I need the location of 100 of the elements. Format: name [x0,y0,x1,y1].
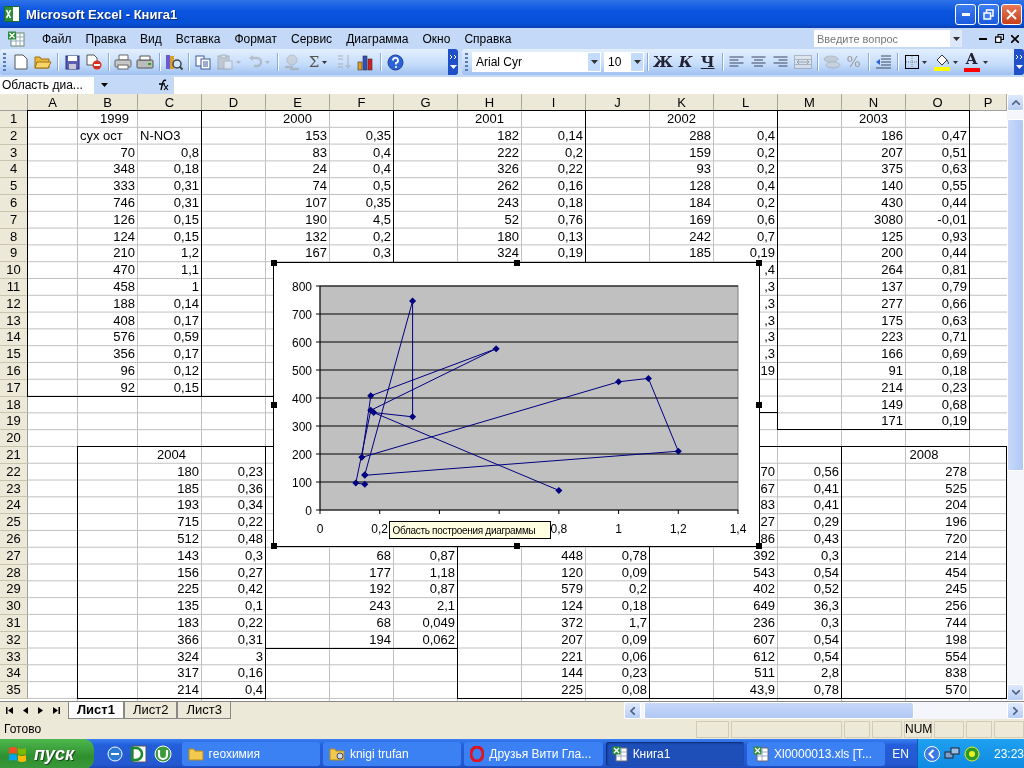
sheet-cell[interactable]: 221 [559,648,586,666]
scroll-thumb[interactable] [1007,119,1024,471]
sheet-cell[interactable]: 0,31 [235,631,266,649]
network-icon[interactable] [944,746,960,762]
sheet-cell[interactable]: 2,8 [818,665,842,683]
toolbar-button[interactable] [384,51,406,73]
menu-item[interactable]: Окно [415,29,458,48]
sheet-cell[interactable]: 0,15 [171,228,202,246]
sheet-cell[interactable]: 746 [111,195,138,212]
sheet-cell[interactable]: 408 [111,312,138,330]
row-header[interactable]: 5 [0,178,28,195]
sheet-cell[interactable]: 0,87 [427,547,458,565]
sheet-cell[interactable]: 0,27 [235,564,266,582]
row-header[interactable]: 10 [0,262,28,279]
sheet-cell[interactable]: 4,5 [370,211,394,229]
sheet-cell[interactable]: 0,54 [811,631,842,649]
sheet-cell[interactable]: 153 [303,127,330,145]
sheet-cell[interactable]: 167 [303,245,330,263]
sheet-cell[interactable]: 3080 [872,211,906,229]
sheet-cell[interactable]: 186 [879,127,906,145]
sheet-cell[interactable]: 0,23 [619,665,650,683]
sheet-cell[interactable]: 0,16 [555,178,586,195]
sheet-cell[interactable]: 0,44 [939,245,970,263]
sheet-cell[interactable]: 180 [495,228,522,246]
sheet-cell[interactable]: 0,41 [811,497,842,515]
data-point[interactable] [352,479,360,487]
sheet-cell[interactable]: сух ост [78,127,126,145]
data-point[interactable] [555,486,563,494]
browser-icon[interactable] [105,745,124,763]
sheet-cell[interactable]: 120 [559,564,586,582]
sheet-cell[interactable]: 243 [495,195,522,212]
row-header[interactable]: 30 [0,598,28,615]
sheet-cell[interactable]: 83 [758,497,778,515]
data-point[interactable] [358,453,366,461]
sheet-cell[interactable]: 196 [943,514,970,531]
sheet-cell[interactable]: 264 [879,262,906,279]
help-search-input[interactable]: Введите вопрос [814,32,950,45]
sheet-cell[interactable]: 262 [495,178,522,195]
selection-handle[interactable] [513,260,520,266]
menu-item[interactable]: Справка [457,29,519,48]
menu-item[interactable]: Вид [133,29,169,48]
data-point[interactable] [615,378,623,386]
sheet-cell[interactable]: 169 [687,211,714,229]
sheet-cell[interactable]: 454 [943,564,970,582]
data-point[interactable] [674,447,682,455]
data-point[interactable] [367,406,375,414]
sheet-cell[interactable]: 0,48 [235,530,266,548]
sheet-cell[interactable]: 0,22 [555,161,586,179]
help-search-field[interactable]: Введите вопрос [814,30,962,47]
sheet-cell[interactable]: 0,71 [939,329,970,347]
dropdown-button[interactable]: Σ [303,51,333,73]
sheet-cell[interactable]: ,3 [762,329,778,347]
sheet-cell[interactable]: 188 [111,295,138,313]
sheet-cell[interactable]: 570 [943,682,970,699]
sheet-cell[interactable]: 166 [879,346,906,363]
menu-item[interactable]: Формат [227,29,285,48]
sheet-cell[interactable]: 2,1 [434,598,458,615]
menu-item[interactable]: Диаграмма [339,29,416,48]
sheet-cell[interactable]: 0,5 [370,178,394,195]
sheet-cell[interactable]: 278 [943,463,970,481]
sheet-cell[interactable]: 0,4 [242,682,266,699]
selection-handle[interactable] [271,401,277,408]
sheet-cell[interactable]: 366 [175,631,202,649]
sheet-cell[interactable]: 0,15 [171,211,202,229]
sheet-cell[interactable]: 200 [879,245,906,263]
sheet-cell[interactable]: 0,18 [939,362,970,380]
sheet-cell[interactable]: 0,2 [754,195,778,212]
sheet-tab[interactable]: Лист3 [177,702,231,719]
row-header[interactable]: 24 [0,497,28,515]
sheet-cell[interactable]: 458 [111,278,138,296]
sheet-cell[interactable]: 0,14 [555,127,586,145]
font-field[interactable]: Arial Cyr [472,52,601,72]
sheet-cell[interactable]: 1,2 [178,245,202,263]
sheet-cell[interactable]: 448 [559,547,586,565]
sheet-cell[interactable]: 0,63 [939,161,970,179]
sheet-cell[interactable]: 317 [175,665,202,683]
toolbar-button[interactable]: Ж [651,51,675,73]
sheet-cell[interactable]: 0,63 [939,312,970,330]
row-header[interactable]: 35 [0,682,28,699]
sheet-cell[interactable]: 93 [694,161,714,179]
selection-handle[interactable] [756,543,762,549]
sheet-cell[interactable]: 175 [879,312,906,330]
selection-handle[interactable] [756,401,762,408]
sheet-cell[interactable]: 0,59 [171,329,202,347]
sheet-cell[interactable]: 185 [175,480,202,498]
sheet-cell[interactable]: 214 [879,379,906,397]
sheet-cell[interactable]: 0,3 [242,547,266,565]
taskbar-button[interactable]: knigi trufan [322,742,462,766]
year-heading[interactable]: 2002 [665,111,699,128]
sheet-cell[interactable]: 0,12 [171,362,202,380]
year-heading[interactable]: 2001 [473,111,507,128]
menu-item[interactable]: Правка [78,29,134,48]
sheet-cell[interactable]: ,3 [762,295,778,313]
sheet-cell[interactable]: 0,93 [939,228,970,246]
sheet-cell[interactable]: 225 [559,682,586,699]
sheet-cell[interactable]: 402 [751,581,778,599]
sheet-cell[interactable]: 720 [943,530,970,548]
sheet-cell[interactable]: 0,66 [939,295,970,313]
dropdown-button[interactable] [950,30,962,47]
sheet-cell[interactable]: 124 [111,228,138,246]
